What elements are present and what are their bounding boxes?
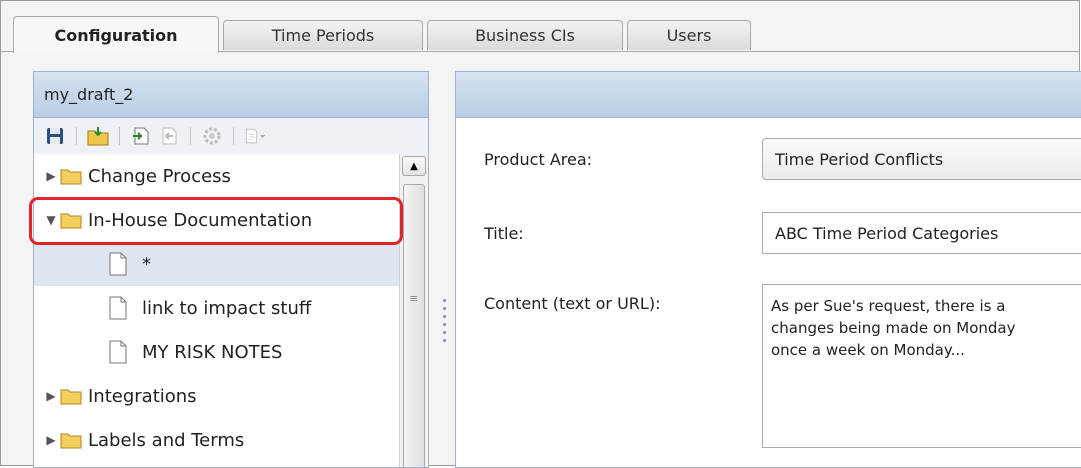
scroll-thumb[interactable]: ≡ (403, 184, 425, 467)
tree-scrollbar[interactable]: ▲ ≡ (399, 154, 428, 467)
tab-users[interactable]: Users (627, 20, 751, 50)
add-document-icon[interactable] (244, 125, 266, 147)
title-label: Title: (484, 224, 524, 243)
document-icon (108, 252, 128, 276)
tab-business-cis[interactable]: Business CIs (427, 20, 623, 50)
expand-arrow-icon[interactable]: ▶ (44, 169, 58, 183)
details-panel-header (456, 72, 1081, 118)
import-icon[interactable] (130, 125, 152, 147)
grip-icon: ≡ (409, 292, 419, 305)
expand-arrow-icon[interactable]: ▶ (44, 389, 58, 403)
folder-icon (60, 211, 82, 229)
draft-panel: my_draft_2 ▶ Change Process ▼ In-House D… (33, 71, 429, 468)
draft-toolbar (34, 118, 428, 154)
product-area-select[interactable]: Time Period Conflicts (762, 138, 1081, 180)
document-icon (108, 296, 128, 320)
tree-folder-integrations[interactable]: ▶ Integrations (34, 374, 399, 418)
window-frame: Configuration Time Periods Business CIs … (0, 0, 1081, 468)
tree-item-label: Change Process (88, 165, 231, 187)
folder-icon (60, 431, 82, 449)
tree-item-label: MY RISK NOTES (142, 341, 283, 363)
details-panel: Product Area: Time Period Conflicts Titl… (455, 71, 1081, 468)
folder-icon (60, 167, 82, 185)
content-textarea[interactable]: As per Sue's request, there is a changes… (762, 284, 1081, 448)
category-tree: ▶ Change Process ▼ In-House Documentatio… (34, 154, 399, 462)
toolbar-separator (119, 127, 120, 145)
document-icon (108, 340, 128, 364)
toolbar-separator (233, 127, 234, 145)
tree-document-my-risk-notes[interactable]: MY RISK NOTES (34, 330, 399, 374)
draft-panel-title: my_draft_2 (34, 72, 428, 118)
tree-document-asterisk[interactable]: * (34, 242, 399, 286)
tree-folder-change-process[interactable]: ▶ Change Process (34, 154, 399, 198)
tree-item-label: Labels and Terms (88, 429, 245, 451)
settings-icon[interactable] (201, 125, 223, 147)
export-icon[interactable] (158, 125, 180, 147)
tree-item-label: link to impact stuff (142, 297, 312, 319)
tree-folder-in-house-documentation[interactable]: ▼ In-House Documentation (34, 198, 399, 242)
collapse-arrow-icon[interactable]: ▼ (44, 213, 58, 227)
panel-splitter[interactable] (441, 299, 447, 347)
tab-configuration[interactable]: Configuration (13, 16, 219, 53)
toolbar-separator (76, 127, 77, 145)
product-area-label: Product Area: (484, 150, 593, 169)
import-folder-icon[interactable] (87, 125, 109, 147)
tree-item-label: Integrations (88, 385, 197, 407)
scroll-up-button[interactable]: ▲ (402, 156, 426, 176)
tree-document-link-to-impact-stuff[interactable]: link to impact stuff (34, 286, 399, 330)
toolbar-separator (190, 127, 191, 145)
content-label: Content (text or URL): (484, 294, 661, 313)
tab-time-periods[interactable]: Time Periods (223, 20, 423, 50)
title-input[interactable]: ABC Time Period Categories (762, 212, 1081, 254)
tree-folder-labels-and-terms[interactable]: ▶ Labels and Terms (34, 418, 399, 462)
folder-icon (60, 387, 82, 405)
expand-arrow-icon[interactable]: ▶ (44, 433, 58, 447)
save-icon[interactable] (44, 125, 66, 147)
tree-item-label: In-House Documentation (88, 209, 313, 231)
tree-item-label: * (142, 253, 151, 275)
